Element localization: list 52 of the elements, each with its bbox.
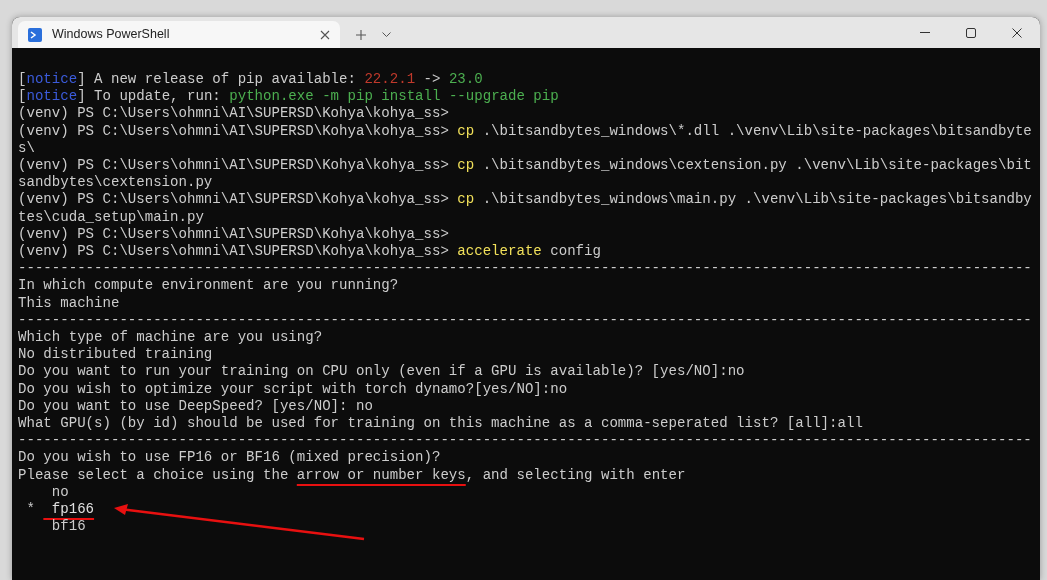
terminal-text: python.exe -m pip install --upgrade pip [229, 88, 559, 105]
terminal-line: Do you want to use DeepSpeed? [yes/NO]: no [18, 397, 373, 416]
terminal-text: cp [457, 122, 475, 139]
terminal-line: ------------------------------------------------------------------------------------------------------------------------ [18, 432, 1032, 450]
choice-option[interactable]: bf16 [43, 518, 86, 535]
terminal-text: (venv) PS C:\Users\ohmni\AI\SUPERSD\Kohya\kohya_ss> [18, 157, 450, 173]
terminal-text: ] To update, run: [77, 88, 222, 105]
maximize-icon[interactable] [966, 27, 976, 38]
terminal-text: -> [422, 71, 442, 87]
terminal-line: (venv) PS C:\Users\ohmni\AI\SUPERSD\Kohya\kohya_ss> [18, 225, 449, 244]
powershell-icon [28, 27, 42, 42]
terminal-line: (venv) PS C:\Users\ohmni\AI\SUPERSD\Kohya\kohya_ss> [18, 105, 449, 123]
choice-option[interactable]: fp166 [43, 501, 95, 518]
terminal-line: This machine [18, 294, 120, 312]
terminal-text: notice [26, 88, 78, 105]
underlined-text: arrow or number keys [296, 466, 466, 483]
selection-cursor: * [25, 501, 36, 518]
terminal-text: cp [457, 157, 475, 173]
dropdown-icon[interactable] [382, 31, 391, 38]
add-tab-icon[interactable] [356, 29, 366, 40]
terminal-text: cp [457, 191, 475, 208]
terminal-text: (venv) PS C:\Users\ohmni\AI\SUPERSD\Kohya\kohya_ss> [18, 243, 450, 260]
terminal-line: Do you want to run your training on CPU only (even if a GPU is available)? [yes/NO]:no [18, 363, 745, 381]
terminal-text: 23.0 [448, 71, 483, 87]
terminal-line: Do you wish to optimize your script with torch dynamo?[yes/NO]:no [18, 380, 568, 398]
terminal-line: sandbytes\cextension.py [18, 174, 213, 192]
terminal-line: What GPU(s) (by id) should be used for training on this machine as a comma-seperated list? [all]:all [18, 415, 863, 433]
choice-option[interactable]: no [43, 483, 69, 500]
terminal-text: , and selecting with enter [465, 466, 686, 483]
terminal-text: ] A new release of pip available: [77, 71, 357, 87]
terminal-text: .\bitsandbytes_windows\*.dll .\venv\Lib\site-packages\bitsandbyte [481, 122, 1032, 139]
terminal-text: [ [18, 88, 27, 105]
terminal-line: In which compute environment are you running? [18, 277, 399, 295]
terminal-text: accelerate [457, 243, 542, 260]
terminal-text: .\bitsandbytes_windows\cextension.py .\venv\Lib\site-packages\bit [481, 157, 1032, 173]
terminal-text: config [549, 243, 601, 260]
terminal-line: tes\cuda_setup\main.py [18, 208, 204, 226]
terminal-text: notice [26, 71, 78, 87]
terminal-text: Please select a choice using the [18, 466, 290, 483]
terminal-text: (venv) PS C:\Users\ohmni\AI\SUPERSD\Kohya\kohya_ss> [18, 122, 450, 139]
terminal-text: (venv) PS C:\Users\ohmni\AI\SUPERSD\Kohya\kohya_ss> [18, 191, 450, 208]
terminal-line: ------------------------------------------------------------------------------------------------------------------------ [18, 260, 1032, 278]
terminal-text: 22.2.1 [364, 71, 416, 87]
terminal-line: s\ [18, 139, 35, 157]
terminal-line: Do you wish to use FP16 or BF16 (mixed precision)? [18, 449, 441, 467]
close-icon[interactable] [1012, 27, 1022, 38]
terminal-line: No distributed training [18, 346, 213, 364]
terminal-line: Which type of machine are you using? [18, 329, 323, 347]
terminal-text: [ [18, 71, 27, 87]
terminal-text: .\bitsandbytes_windows\main.py .\venv\Lib\site-packages\bitsandby [481, 191, 1032, 208]
close-icon[interactable] [320, 29, 330, 40]
terminal-line: ------------------------------------------------------------------------------------------------------------------------ [18, 311, 1032, 330]
